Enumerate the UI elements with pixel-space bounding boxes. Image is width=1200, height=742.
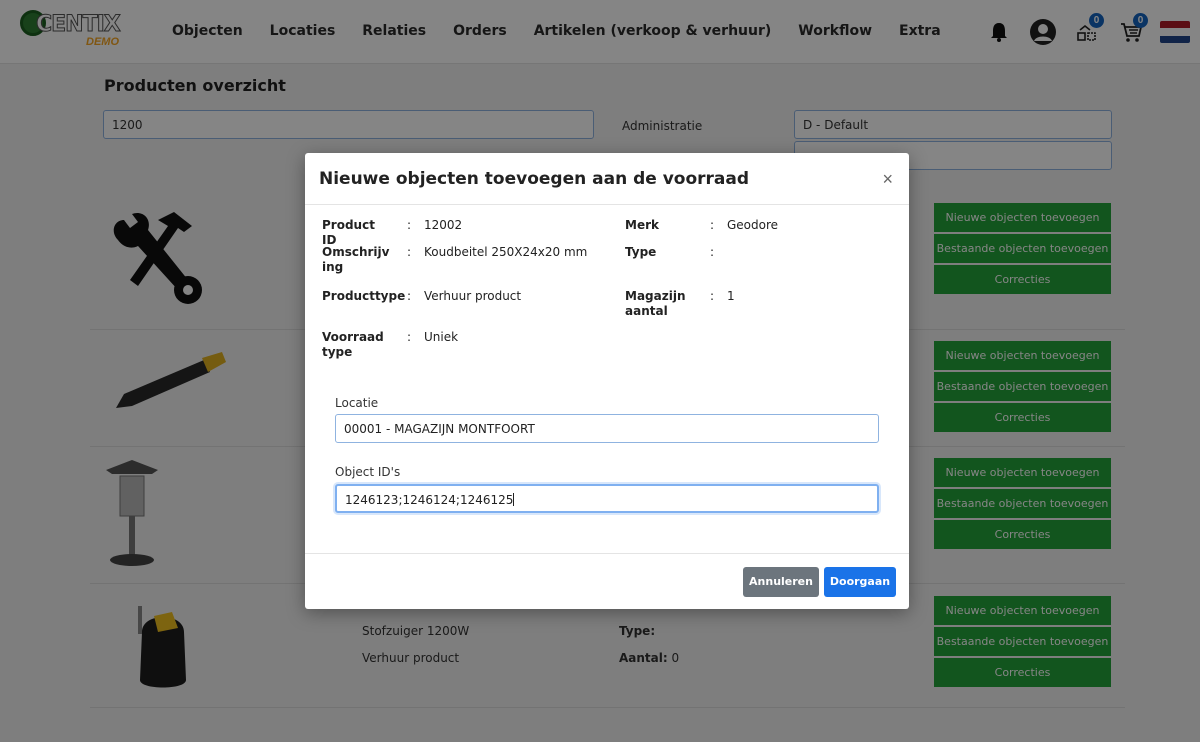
continue-button[interactable]: Doorgaan (824, 567, 896, 597)
producttype-label: Producttype (322, 289, 406, 303)
voorraad-type-value: Uniek (424, 330, 459, 344)
object-ids-input[interactable]: 1246123;1246124;1246125 (335, 484, 879, 513)
modal-header: Nieuwe objecten toevoegen aan de voorraa… (305, 153, 909, 205)
omschrijving-label: Omschrijving (322, 245, 390, 274)
colon: : (710, 289, 715, 303)
voorraad-type-label: Voorraad type (322, 330, 384, 359)
product-id-value: 12002 (424, 218, 463, 232)
magazijn-aantal-value: 1 (727, 289, 735, 303)
text-caret (513, 493, 515, 506)
locatie-input[interactable]: 00001 - MAGAZIJN MONTFOORT (335, 414, 879, 443)
colon: : (407, 289, 412, 303)
merk-value: Geodore (727, 218, 779, 232)
colon: : (407, 245, 412, 259)
type-label: Type (625, 245, 657, 259)
add-objects-modal: Nieuwe objecten toevoegen aan de voorraa… (305, 153, 909, 609)
merk-label: Merk (625, 218, 659, 232)
colon: : (407, 330, 412, 344)
magazijn-aantal-label: Magazijn aantal (625, 289, 686, 318)
product-id-label: Product ID (322, 218, 375, 247)
locatie-label: Locatie (335, 396, 379, 410)
modal-title: Nieuwe objecten toevoegen aan de voorraa… (319, 169, 750, 189)
colon: : (710, 245, 715, 259)
object-ids-value: 1246123;1246124;1246125 (345, 493, 514, 507)
object-ids-label: Object ID's (335, 465, 401, 479)
modal-footer: Annuleren Doorgaan (305, 553, 909, 609)
colon: : (407, 218, 412, 232)
colon: : (710, 218, 715, 232)
producttype-value: Verhuur product (424, 289, 522, 303)
cancel-button[interactable]: Annuleren (743, 567, 819, 597)
omschrijving-value: Koudbeitel 250X24x20 mm (424, 245, 588, 259)
close-icon[interactable]: × (882, 169, 893, 190)
